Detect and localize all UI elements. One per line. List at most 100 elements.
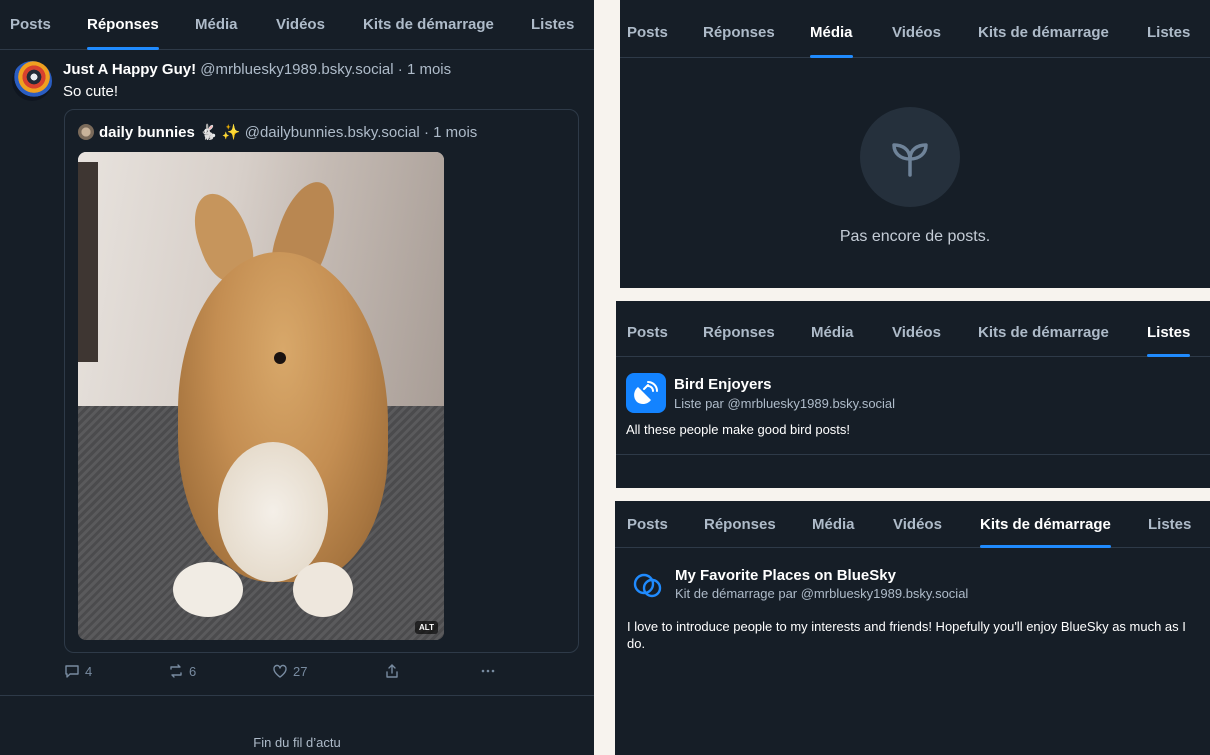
active-tab-indicator (810, 55, 853, 58)
tab-posts[interactable]: Posts (627, 501, 668, 548)
tab-label: Vidéos (893, 516, 942, 533)
tab-starter-kits[interactable]: Kits de démarrage (978, 301, 1109, 357)
tab-videos[interactable]: Vidéos (892, 0, 941, 58)
tab-posts[interactable]: Posts (627, 0, 668, 58)
tab-label: Réponses (703, 324, 775, 341)
tab-replies[interactable]: Réponses (703, 0, 775, 58)
quoted-author-handle: @dailybunnies.bsky.social (244, 124, 420, 141)
post-time[interactable]: 1 mois (407, 61, 451, 78)
tab-starter-kits[interactable]: Kits de démarrage (980, 501, 1111, 548)
replies-panel: Posts Réponses Média Vidéos Kits de déma… (0, 0, 594, 755)
starter-kits-panel: Posts Réponses Média Vidéos Kits de déma… (615, 501, 1210, 755)
bunny-eye (274, 352, 286, 364)
tab-replies[interactable]: Réponses (704, 501, 776, 548)
bunny-belly (218, 442, 328, 582)
tab-label: Média (812, 516, 855, 533)
tab-label: Kits de démarrage (980, 516, 1111, 533)
share-icon (386, 664, 398, 678)
tab-posts[interactable]: Posts (627, 301, 668, 357)
quoted-author-name: daily bunnies 🐇 ✨ (99, 124, 241, 141)
author-name[interactable]: Just A Happy Guy! (63, 61, 196, 78)
more-icon (481, 669, 495, 673)
tab-label: Vidéos (276, 16, 325, 33)
bunny-photo[interactable]: ALT (78, 152, 444, 640)
tab-starter-kits[interactable]: Kits de démarrage (978, 0, 1109, 58)
tab-media[interactable]: Média (195, 0, 238, 50)
reply-icon (65, 665, 79, 678)
tab-label: Vidéos (892, 324, 941, 341)
tab-replies[interactable]: Réponses (87, 0, 159, 50)
tab-media[interactable]: Média (811, 301, 854, 357)
tab-label: Kits de démarrage (363, 16, 494, 33)
divider (0, 695, 594, 696)
tab-label: Listes (1147, 324, 1191, 341)
tab-videos[interactable]: Vidéos (276, 0, 325, 50)
reply-count: 4 (85, 663, 93, 679)
active-tab-indicator (980, 545, 1111, 548)
list-description: All these people make good bird posts! (626, 422, 851, 437)
list-subtitle: Liste par @mrbluesky1989.bsky.social (674, 396, 896, 411)
author-handle[interactable]: @mrbluesky1989.bsky.social (200, 61, 393, 78)
bunny-paw (293, 562, 353, 617)
bunny-paw (173, 562, 243, 617)
active-tab-indicator (1147, 354, 1191, 357)
tab-videos[interactable]: Vidéos (893, 501, 942, 548)
profile-tabs: Posts Réponses Média Vidéos Kits de déma… (0, 0, 594, 50)
author-avatar[interactable] (12, 61, 52, 101)
tab-label: Posts (627, 324, 668, 341)
tab-lists[interactable]: Listes (1147, 0, 1190, 58)
list-avatar[interactable] (626, 373, 666, 413)
quoted-post[interactable]: daily bunnies 🐇 ✨ @dailybunnies.bsky.soc… (64, 109, 579, 653)
active-tab-indicator (87, 47, 159, 50)
tab-label: Listes (531, 16, 575, 33)
heart-icon (273, 664, 287, 678)
quoted-author-avatar (78, 124, 94, 140)
tab-videos[interactable]: Vidéos (892, 301, 941, 357)
kit-description: I love to introduce people to my interes… (627, 619, 1186, 651)
empty-state-text: Pas encore de posts. (839, 228, 991, 245)
kit-title[interactable]: My Favorite Places on BlueSky (675, 567, 896, 584)
profile-tabs: Posts Réponses Média Vidéos Kits de déma… (620, 0, 1210, 58)
tab-media[interactable]: Média (810, 0, 853, 58)
tab-label: Posts (627, 516, 668, 533)
empty-state-badge (860, 107, 960, 207)
reply-button[interactable]: 4 (64, 663, 92, 679)
tab-lists[interactable]: Listes (1148, 501, 1191, 548)
tab-label: Réponses (704, 516, 776, 533)
separator: · (423, 124, 429, 141)
tab-label: Réponses (87, 16, 159, 33)
tab-label: Réponses (703, 24, 775, 41)
post-text: So cute! (63, 83, 119, 100)
more-options-button[interactable] (480, 663, 496, 679)
tab-label: Listes (1147, 24, 1191, 41)
tab-label: Listes (1148, 516, 1192, 533)
post-header: Just A Happy Guy! @mrbluesky1989.bsky.so… (63, 61, 451, 78)
alt-badge[interactable]: ALT (415, 621, 438, 634)
repost-button[interactable]: 6 (168, 663, 196, 679)
like-button[interactable]: 27 (272, 663, 307, 679)
quoted-post-header: daily bunnies 🐇 ✨ @dailybunnies.bsky.soc… (99, 123, 477, 141)
lists-panel: Posts Réponses Média Vidéos Kits de déma… (616, 301, 1210, 488)
photo-detail (78, 162, 98, 362)
tab-lists[interactable]: Listes (531, 0, 574, 50)
media-panel: Posts Réponses Média Vidéos Kits de déma… (620, 0, 1210, 288)
seedling-icon (892, 143, 928, 177)
post-actions: 4 6 27 (64, 663, 504, 683)
tab-starter-kits[interactable]: Kits de démarrage (363, 0, 494, 50)
list-title[interactable]: Bird Enjoyers (674, 376, 772, 393)
satellite-dish-icon (634, 381, 658, 405)
separator: · (397, 61, 403, 78)
tab-posts[interactable]: Posts (10, 0, 51, 50)
quoted-post-time: 1 mois (433, 124, 478, 141)
share-button[interactable] (384, 663, 400, 679)
tab-label: Posts (10, 16, 51, 33)
tab-label: Kits de démarrage (978, 24, 1109, 41)
end-of-feed: Fin du fil d’actu (253, 735, 341, 750)
kit-subtitle: Kit de démarrage par @mrbluesky1989.bsky… (675, 586, 969, 601)
tab-label: Vidéos (892, 24, 941, 41)
tab-label: Média (810, 24, 853, 41)
profile-tabs: Posts Réponses Média Vidéos Kits de déma… (616, 301, 1210, 357)
tab-replies[interactable]: Réponses (703, 301, 775, 357)
tab-lists[interactable]: Listes (1147, 301, 1191, 357)
tab-media[interactable]: Média (812, 501, 855, 548)
